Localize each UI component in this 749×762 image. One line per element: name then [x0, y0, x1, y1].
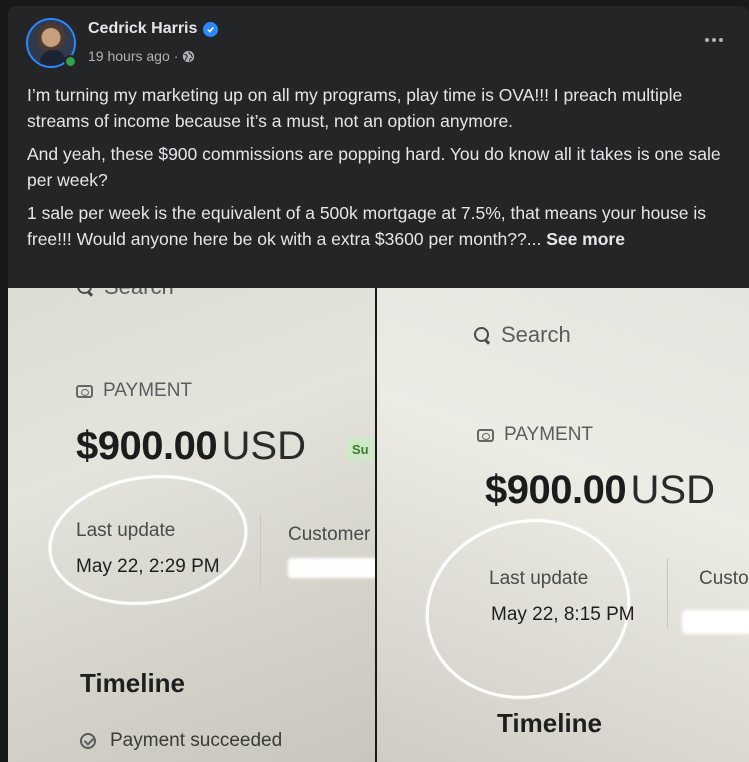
last-update-value: May 22, 8:15 PM [491, 604, 635, 625]
last-update-label: Last update [489, 568, 589, 589]
timeline-event: Payment succeeded [80, 730, 282, 752]
more-options-icon[interactable] [699, 28, 729, 52]
payment-section: PAYMENT [477, 424, 593, 446]
status-badge: Su [346, 438, 375, 461]
verified-badge-icon [203, 21, 219, 37]
payment-icon [477, 428, 494, 442]
author-row: Cedrick Harris [88, 20, 219, 38]
see-more-link[interactable]: See more [546, 229, 625, 249]
currency-label: USD [630, 468, 715, 512]
payment-section: PAYMENT [76, 380, 192, 402]
redaction-mark [288, 558, 375, 578]
column-divider [260, 514, 261, 586]
currency-label: USD [221, 424, 306, 468]
post-meta: 19 hours ago · [88, 48, 195, 64]
facebook-post: Cedrick Harris 19 hours ago · I’m turnin… [8, 6, 749, 762]
last-update-label: Last update [76, 520, 176, 541]
amount-value: $900.00 [485, 468, 627, 512]
post-timestamp[interactable]: 19 hours ago [88, 48, 170, 64]
search-field-photo: Search [473, 322, 571, 348]
search-label: Search [104, 288, 174, 300]
post-text: I’m turning my marketing up on all my pr… [27, 82, 737, 259]
redaction-mark [682, 610, 749, 634]
post-paragraph: I’m turning my marketing up on all my pr… [27, 85, 683, 131]
customer-label: Custo [699, 568, 749, 589]
payment-amount: $900.00 USD [76, 424, 306, 469]
post-paragraph: And yeah, these $900 commissions are pop… [27, 144, 721, 190]
search-label: Search [501, 322, 571, 347]
last-update-value: May 22, 2:29 PM [76, 556, 220, 577]
search-icon [76, 288, 94, 296]
payment-label: PAYMENT [103, 380, 193, 401]
meta-separator: · [173, 48, 179, 64]
amount-value: $900.00 [76, 424, 218, 468]
post-paragraph-last: 1 sale per week is the equivalent of a 5… [27, 200, 737, 252]
search-icon [473, 326, 491, 344]
search-field-photo: Search [76, 288, 174, 300]
timeline-heading: Timeline [497, 708, 603, 738]
timeline-heading: Timeline [80, 668, 186, 698]
column-divider [667, 558, 668, 628]
check-circle-icon [80, 733, 96, 749]
payment-amount: $900.00 USD [485, 468, 715, 513]
author-name[interactable]: Cedrick Harris [88, 20, 197, 38]
photo-right[interactable]: Search PAYMENT $900.00 USD Last update M… [377, 288, 749, 762]
photo-grid: Search PAYMENT $900.00 USD Su Last updat… [8, 288, 749, 762]
globe-icon[interactable] [182, 50, 195, 63]
customer-label: Customer [288, 524, 371, 545]
post-header: Cedrick Harris 19 hours ago · [8, 6, 749, 76]
author-avatar[interactable] [26, 18, 77, 68]
photo-left[interactable]: Search PAYMENT $900.00 USD Su Last updat… [8, 288, 375, 762]
payment-label: PAYMENT [504, 424, 594, 445]
online-status-icon [64, 55, 77, 68]
event-label: Payment succeeded [110, 730, 283, 751]
payment-icon [76, 384, 93, 398]
